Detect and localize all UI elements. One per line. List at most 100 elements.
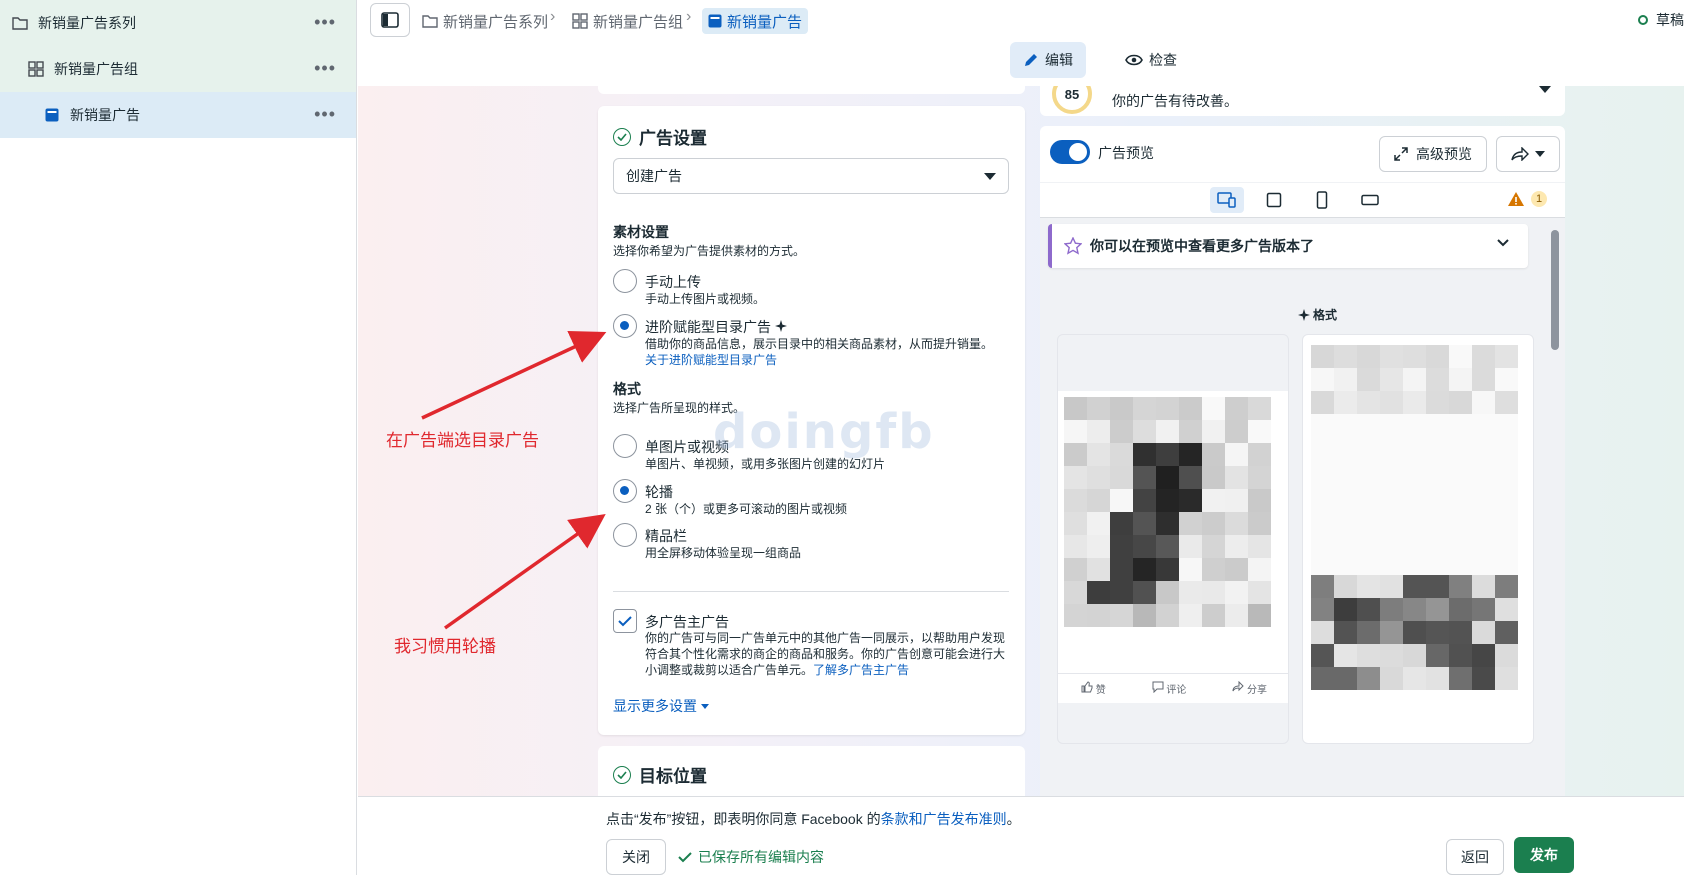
device-landscape-button[interactable] (1353, 187, 1387, 213)
main-canvas: 广告设置 创建广告 素材设置 选择你希望为广告提供素材的方式。 手动上传 手动上… (358, 86, 1684, 796)
mosaic-tile (1179, 466, 1202, 489)
sidebar-toggle-button[interactable] (370, 3, 410, 37)
nav-item-adset[interactable]: 新销量广告组 ••• (0, 46, 356, 92)
mosaic-tile (1426, 644, 1449, 667)
multi-advertiser-checkbox[interactable] (613, 609, 637, 633)
mosaic-tile (1110, 535, 1133, 558)
mosaic-tile (1311, 483, 1334, 506)
mosaic-tile (1449, 460, 1472, 483)
nav-item-ad[interactable]: 新销量广告 ••• (0, 92, 356, 138)
more-options-icon[interactable]: ••• (314, 104, 336, 125)
close-button[interactable]: 关闭 (606, 839, 666, 875)
tab-review[interactable]: 检查 (1106, 42, 1196, 78)
mosaic-tile (1403, 575, 1426, 598)
mosaic-tile (1110, 489, 1133, 512)
tab-review-label: 检查 (1149, 52, 1177, 68)
radio-manual[interactable] (613, 269, 637, 293)
multi-advertiser-learn-link[interactable]: 了解多广告主广告 (813, 663, 909, 677)
nav-item-campaign[interactable]: 新销量广告系列 ••• (0, 0, 356, 46)
comment-action[interactable]: 评论 (1152, 681, 1186, 696)
caret-down-icon (984, 173, 996, 180)
mosaic-tile (1334, 529, 1357, 552)
option-carousel[interactable]: 轮播 2 张（个）或更多可滚动的图片或视频 (613, 479, 1013, 519)
advanced-preview-button[interactable]: 高级预览 (1379, 136, 1487, 172)
ad-preview-card: 广告预览 高级预览 1 你可以在预览中查看更多广告版本了 格式 赞 评论 分享 (1040, 126, 1565, 796)
mosaic-tile (1311, 368, 1334, 391)
mosaic-tile (1311, 552, 1334, 575)
share-preview-button[interactable] (1496, 136, 1560, 172)
mosaic-tile (1179, 581, 1202, 604)
mosaic-tile (1449, 437, 1472, 460)
more-options-icon[interactable]: ••• (314, 12, 336, 33)
ad-settings-title: 广告设置 (613, 124, 707, 149)
breadcrumb-adset[interactable]: 新销量广告组 (572, 8, 683, 34)
mosaic-tile (1357, 529, 1380, 552)
option-collection[interactable]: 精品栏 用全屏移动体验呈现一组商品 (613, 523, 1013, 563)
mosaic-tile (1334, 414, 1357, 437)
ad-preview-toggle[interactable] (1050, 140, 1090, 164)
mosaic-tile (1225, 512, 1248, 535)
mosaic-tile (1357, 644, 1380, 667)
scrollbar-thumb[interactable] (1551, 230, 1559, 350)
mosaic-tile (1248, 512, 1271, 535)
mosaic-tile (1449, 598, 1472, 621)
mosaic-tile (1380, 414, 1403, 437)
mosaic-tile (1403, 483, 1426, 506)
radio-collection[interactable] (613, 523, 637, 547)
mosaic-tile (1334, 368, 1357, 391)
caret-down-icon[interactable] (1539, 86, 1551, 93)
mosaic-tile (1495, 552, 1518, 575)
mosaic-tile (1403, 414, 1426, 437)
mosaic-tile (1495, 575, 1518, 598)
publish-button[interactable]: 发布 (1514, 837, 1574, 873)
option-manual-upload[interactable]: 手动上传 手动上传图片或视频。 (613, 269, 1013, 309)
mosaic-tile (1472, 621, 1495, 644)
link-label: 显示更多设置 (613, 698, 697, 714)
mosaic-tile (1495, 414, 1518, 437)
breadcrumb-campaign[interactable]: 新销量广告系列 (422, 8, 548, 34)
like-action[interactable]: 赞 (1081, 681, 1106, 696)
mosaic-tile (1357, 483, 1380, 506)
mosaic-tile (1133, 604, 1156, 627)
terms-link[interactable]: 条款和广告发布准则 (881, 811, 1007, 827)
ad-quality-card[interactable]: 85 你的广告有待改善。 (1040, 86, 1565, 116)
catalog-ads-learn-link[interactable]: 关于进阶赋能型目录广告 (645, 353, 777, 367)
create-ad-select[interactable]: 创建广告 (613, 158, 1009, 194)
mosaic-tile (1156, 512, 1179, 535)
share-action[interactable]: 分享 (1232, 680, 1267, 696)
preview-scroll-area[interactable]: 你可以在预览中查看更多广告版本了 格式 赞 评论 分享 (1040, 218, 1565, 796)
mosaic-tile (1110, 581, 1133, 604)
mosaic-tile (1311, 414, 1334, 437)
warning-indicator[interactable]: 1 (1507, 191, 1547, 207)
radio-catalog[interactable] (613, 314, 637, 338)
tab-edit[interactable]: 编辑 (1010, 42, 1086, 78)
feed-preview-mockup[interactable]: 赞 评论 分享 (1057, 334, 1289, 744)
mosaic-tile (1248, 489, 1271, 512)
preview-scrollbar[interactable] (1551, 220, 1559, 796)
story-preview-mockup[interactable] (1302, 334, 1534, 744)
mosaic-tile (1133, 558, 1156, 581)
mosaic-tile (1380, 575, 1403, 598)
more-options-icon[interactable]: ••• (314, 58, 336, 79)
mosaic-tile (1110, 443, 1133, 466)
mosaic-tile (1225, 397, 1248, 420)
mosaic-tile (1426, 552, 1449, 575)
show-more-settings-link[interactable]: 显示更多设置 (613, 696, 709, 716)
mosaic-tile (1156, 604, 1179, 627)
mosaic-tile (1403, 345, 1426, 368)
mosaic-tile (1311, 506, 1334, 529)
nav-item-label: 新销量广告 (70, 107, 140, 123)
device-feed-button[interactable] (1257, 187, 1291, 213)
back-button[interactable]: 返回 (1446, 839, 1504, 875)
device-all-button[interactable] (1210, 187, 1244, 213)
option-catalog-ads[interactable]: 进阶赋能型目录广告 借助你的商品信息，展示目录中的相关商品素材，从而提升销量。关… (613, 314, 1013, 370)
mosaic-tile (1311, 460, 1334, 483)
device-story-button[interactable] (1305, 187, 1339, 213)
breadcrumb-ad[interactable]: 新销量广告 (702, 8, 809, 34)
radio-single[interactable] (613, 434, 637, 458)
select-value: 创建广告 (626, 168, 682, 184)
radio-carousel[interactable] (613, 479, 637, 503)
mosaic-tile (1380, 667, 1403, 690)
more-versions-banner[interactable]: 你可以在预览中查看更多广告版本了 (1048, 224, 1528, 268)
mosaic-tile (1225, 443, 1248, 466)
